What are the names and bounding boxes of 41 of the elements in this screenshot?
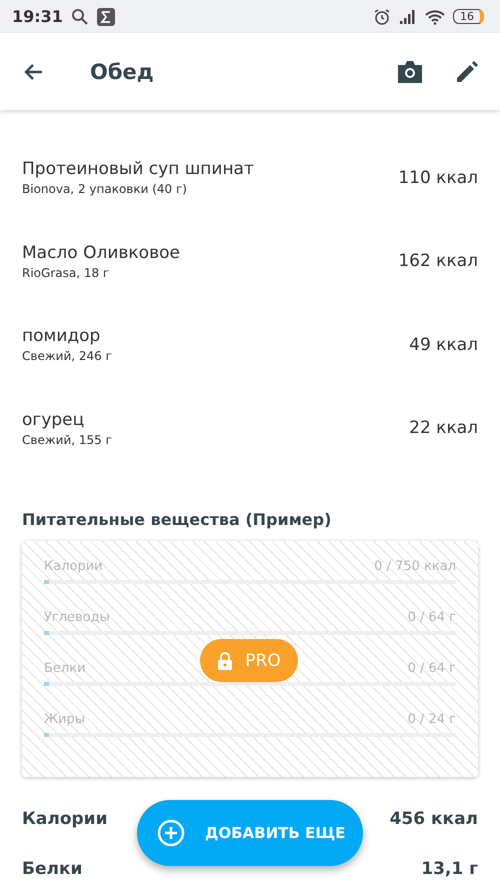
food-name: Протеиновый суп шпинат — [22, 159, 254, 180]
food-entry[interactable]: огурец Свежий, 155 г 22 ккал — [0, 386, 500, 470]
status-time: 19:31 — [12, 7, 63, 26]
nutrient-value: 0 / 750 ккал — [374, 559, 456, 574]
nutrient-name: Калории — [44, 559, 103, 574]
food-name: Масло Оливковое — [22, 242, 180, 263]
pencil-icon — [454, 58, 480, 84]
nutrient-value: 0 / 64 г — [408, 661, 456, 676]
total-value: 13,1 г — [421, 859, 478, 881]
food-detail: Свежий, 155 г — [22, 432, 112, 447]
total-name: Калории — [22, 809, 108, 831]
signal-icon — [399, 8, 417, 24]
food-calories: 49 ккал — [409, 334, 478, 355]
nutrient-value: 0 / 64 г — [408, 610, 456, 625]
nutrient-name: Белки — [44, 661, 86, 676]
nutrient-value: 0 / 24 г — [408, 712, 456, 727]
food-detail: Свежий, 246 г — [22, 349, 112, 364]
food-entry[interactable]: помидор Свежий, 246 г 49 ккал — [0, 303, 500, 386]
nutrient-name: Жиры — [44, 712, 85, 727]
food-detail: RioGrasa, 18 г — [22, 266, 110, 280]
plus-icon — [157, 819, 185, 847]
total-value: 456 ккал — [390, 809, 478, 831]
nutrient-name: Углеводы — [44, 610, 110, 625]
sigma-app-icon — [96, 8, 115, 26]
alarm-icon — [373, 8, 391, 26]
food-entry[interactable]: Масло Оливковое RioGrasa, 18 г 162 ккал — [0, 220, 500, 303]
food-calories: 22 ккал — [409, 418, 478, 438]
total-name: Белки — [22, 859, 82, 881]
food-detail: Bionova, 2 упаковки (40 г) — [22, 182, 188, 196]
food-calories: 110 ккал — [398, 168, 478, 188]
wifi-icon — [425, 8, 445, 24]
camera-icon — [396, 58, 424, 84]
lock-icon — [217, 650, 234, 670]
food-name: помидор — [22, 326, 102, 346]
food-calories: 162 ккал — [398, 251, 478, 272]
section-title: Питательные вещества (Пример) — [21, 510, 332, 529]
food-entry[interactable]: Протеиновый суп шпинат Bionova, 2 упаковки (40 г) 110 ккал — [0, 136, 500, 220]
screen-title: Обед — [90, 60, 154, 84]
food-name: огурец — [22, 410, 86, 430]
search-icon — [70, 8, 89, 26]
battery-indicator: 16 — [453, 9, 484, 24]
